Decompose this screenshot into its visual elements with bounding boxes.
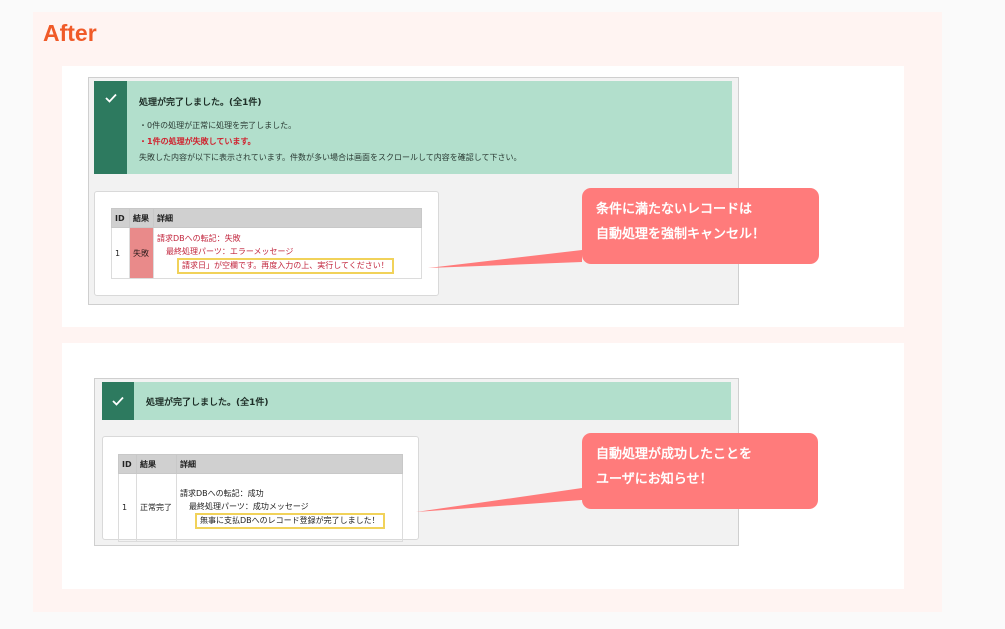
callout-line: ユーザにお知らせ！: [596, 472, 713, 487]
detail-transfer-status: 請求DBへの転記：失敗: [157, 234, 241, 243]
column-header-id: ID: [118, 454, 137, 474]
notice-line-success-count: ・0件の処理が正常に処理を完了しました。: [139, 121, 297, 130]
callout-line: 自動処理を強制キャンセル！: [596, 227, 766, 242]
highlighted-error-message: 請求日」が空欄です。再度入力の上、実行してください！: [177, 258, 394, 274]
callout-line: 条件に満たないレコードは: [596, 202, 753, 217]
callout-line: 自動処理が成功したことを: [596, 447, 753, 462]
table-row: 1 正常完了 請求DBへの転記：成功 最終処理パーツ：成功メッセージ 無事に支払…: [118, 473, 403, 542]
table-row: 1 失敗 請求DBへの転記：失敗 最終処理パーツ：エラーメッセージ 請求日」が空…: [111, 227, 422, 279]
detail-final-part: 最終処理パーツ：エラーメッセージ: [166, 247, 294, 256]
detail-final-part: 最終処理パーツ：成功メッセージ: [189, 501, 309, 511]
detail-transfer-status: 請求DBへの転記：成功: [180, 488, 264, 498]
callout-failure: 条件に満たないレコードは 自動処理を強制キャンセル！: [582, 188, 819, 264]
result-table-success: ID 結果 詳細 1 正常完了 請求DBへの転記：成功 最終処理パーツ：成功メッ…: [118, 454, 403, 542]
notice-title: 処理が完了しました。(全1件): [139, 98, 262, 108]
notice-line-instruction: 失敗した内容が以下に表示されています。件数が多い場合は画面をスクロールして内容を…: [139, 153, 522, 162]
result-notice-failure: 処理が完了しました。(全1件) ・0件の処理が正常に処理を完了しました。 ・1件…: [94, 81, 732, 174]
column-header-detail: 詳細: [176, 454, 403, 474]
table-header-row: ID 結果 詳細: [118, 454, 403, 474]
cell-detail: 請求DBへの転記：失敗 最終処理パーツ：エラーメッセージ 請求日」が空欄です。再…: [153, 227, 422, 279]
cell-result-failed: 失敗: [129, 227, 154, 279]
cell-id: 1: [118, 473, 137, 542]
result-notice-success: 処理が完了しました。(全1件): [102, 382, 731, 420]
section-heading: After: [43, 20, 97, 46]
column-header-result: 結果: [136, 454, 177, 474]
notice-message: ・0件の処理が正常に処理を完了しました。 ・1件の処理が失敗しています。 失敗し…: [139, 118, 521, 166]
column-header-detail: 詳細: [153, 208, 422, 228]
check-icon: [94, 81, 127, 174]
highlighted-success-message: 無事に支払DBへのレコード登録が完了しました！: [195, 512, 385, 529]
notice-title: 処理が完了しました。(全1件): [146, 398, 269, 408]
result-table-failure: ID 結果 詳細 1 失敗 請求DBへの転記：失敗 最終処理パーツ：エラーメッセ…: [111, 208, 422, 279]
column-header-result: 結果: [129, 208, 154, 228]
cell-id: 1: [111, 227, 130, 279]
callout-success: 自動処理が成功したことを ユーザにお知らせ！: [582, 433, 818, 509]
table-header-row: ID 結果 詳細: [111, 208, 422, 228]
cell-detail: 請求DBへの転記：成功 最終処理パーツ：成功メッセージ 無事に支払DBへのレコー…: [176, 473, 403, 542]
notice-line-failure-count: ・1件の処理が失敗しています。: [139, 137, 256, 146]
check-icon: [102, 382, 134, 420]
column-header-id: ID: [111, 208, 130, 228]
cell-result-success: 正常完了: [136, 473, 177, 542]
